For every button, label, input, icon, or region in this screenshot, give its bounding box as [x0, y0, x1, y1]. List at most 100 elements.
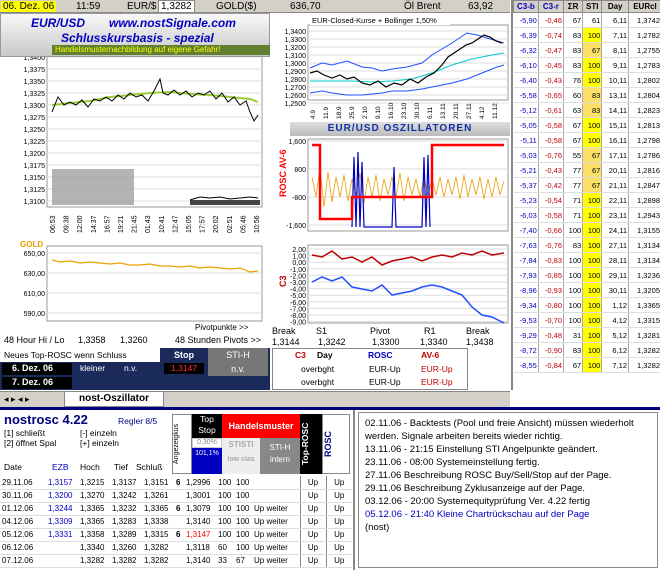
nostrosc-cell: 1,3282 — [78, 554, 110, 568]
rtbl-cell: -5,90 — [513, 12, 539, 28]
rtbl-cell: -5,12 — [513, 102, 539, 118]
oscillator-title: EUR/USD OSZILLATOREN — [290, 122, 510, 136]
rtbl-cell: -6,32 — [513, 42, 539, 58]
x-tick-label: 12:47 — [172, 215, 179, 233]
bollinger-title: EUR-Closed-Kurse + Bollinger 1,50% — [312, 16, 437, 25]
rtbl-cell: -0,42 — [538, 177, 565, 193]
tab-nav-arrows[interactable]: ◂ ▸ ◂ ▸ — [4, 394, 30, 405]
rtbl-header: C3-r — [537, 0, 565, 13]
rtbl-cell: 6,12 — [601, 342, 630, 358]
rtbl-cell: 20,11 — [601, 162, 630, 178]
nostrosc-cell: 1,3244 — [46, 502, 78, 516]
rtbl-cell: -0,58 — [538, 207, 565, 223]
nostrosc-cell: Up weiter — [252, 502, 300, 516]
rtbl-cell: 1,2782 — [628, 27, 660, 43]
nostrosc-cell: 67 — [234, 554, 252, 568]
tab-nost-oszillator[interactable]: nost-Oszillator — [64, 392, 164, 407]
pct-2: 101,1% — [192, 448, 222, 474]
stih-value: n.v. — [231, 364, 245, 374]
nostrosc-row: 04.12.06 1,3309 1,3365 1,3283 1,3338 1,3140 10… — [0, 515, 352, 529]
nostrosc-cell: 6 — [174, 476, 184, 490]
note-line: (nost) — [365, 522, 390, 533]
note-line: 02.11.06 - Backtests (Pool und freie Ans… — [365, 418, 634, 442]
rtbl-cell: 100 — [582, 342, 603, 358]
rtbl-header: ΣR — [563, 0, 584, 13]
y-tick-label: 1,2700 — [285, 85, 307, 92]
y-tick-label: 590,00 — [24, 311, 46, 318]
rosc-hdr: ROSC — [368, 350, 393, 360]
nostrosc-cell: Up — [325, 515, 352, 529]
nostrosc-cell: 100 — [216, 502, 234, 516]
rtbl-header: EURcl — [628, 0, 660, 13]
rtbl-cell: 100 — [582, 252, 603, 268]
y-tick-label: 1,2800 — [285, 77, 307, 84]
x-tick-label: 6.11 — [427, 106, 434, 119]
nostrosc-row: 01.12.06 1,3244 1,3365 1,3232 1,3365 6 1,3079 1… — [0, 502, 352, 516]
rtbl-cell: 100 — [582, 357, 603, 373]
rtbl-cell: 67 — [582, 162, 603, 178]
rtbl-cell: 28,11 — [601, 252, 630, 268]
nostrosc-cell: 1,3315 — [142, 528, 174, 542]
rtbl-cell: -0,54 — [538, 192, 565, 208]
nostrosc-cell: 1,3358 — [78, 528, 110, 542]
nostrosc-cell: Up — [299, 502, 326, 516]
pivot-val-2: 1,3242 — [318, 337, 346, 347]
y-tick-label: 650,00 — [24, 251, 46, 258]
nostrosc-cell — [46, 554, 78, 568]
pivot-val-4: 1,3340 — [420, 337, 448, 347]
hi-lo-label: 48 Hour Hi / Lo — [4, 335, 65, 345]
x-tick-label: 19:21 — [118, 215, 125, 233]
rtbl-cell: 100 — [582, 27, 603, 43]
rtbl-cell: 67 — [563, 12, 584, 28]
rtbl-cell: -0,74 — [538, 27, 565, 43]
rtbl-row: -8,55 -0,84 67 100 7,12 1,3282 — [513, 357, 660, 373]
signal-date-2: 7. Dez. 06 — [2, 377, 72, 389]
y-tick-label: -1,600 — [286, 223, 306, 230]
gold-label: GOLD — [20, 240, 43, 249]
rtbl-cell: 1,2943 — [628, 207, 660, 223]
rtbl-cell: 61 — [582, 12, 603, 28]
rtbl-cell: 100 — [582, 117, 603, 133]
rtbl-cell: 17,11 — [601, 147, 630, 163]
gold-label: GOLD($) — [216, 1, 257, 12]
nostrosc-cell — [252, 476, 300, 490]
quote-time: 11:59 — [76, 1, 101, 12]
rtbl-cell: -5,23 — [513, 192, 539, 208]
rtbl-cell: 1,3155 — [628, 222, 660, 238]
rtbl-row: -7,40 -0,66 100 100 24,11 1,3155 — [513, 222, 660, 238]
gold-value: 636,70 — [290, 1, 321, 12]
signal-word-1: kleiner — [80, 363, 106, 373]
dark-zone — [190, 200, 260, 205]
opt-single-minus: [-] einzeln — [80, 428, 117, 438]
pivot-col-3: Pivot — [370, 326, 391, 336]
intraday-chart: 1,3400 1,3375 1,3350 1,3325 1,3300 1,3275 1,32… — [24, 57, 263, 233]
rtbl-row: -5,21 -0,43 77 67 20,11 1,2816 — [513, 162, 660, 178]
x-tick-label: 10:56 — [254, 215, 261, 233]
note-line: 03.12.06 - 20:00 Systemequityprüfung Ver… — [365, 496, 590, 507]
nostrosc-row: 30.11.06 1,3200 1,3270 1,3242 1,3261 1,3001 10… — [0, 489, 352, 503]
sheet-tab-bar: ◂ ▸ ◂ ▸ nost-Oszillator — [0, 391, 510, 407]
nostrosc-cell: 1,3232 — [110, 502, 142, 516]
rtbl-row: -8,96 -0,93 100 100 30,11 1,3205 — [513, 282, 660, 298]
rtbl-row: -7,93 -0,85 100 100 29,11 1,3236 — [513, 267, 660, 283]
rtbl-cell: -5,03 — [513, 147, 539, 163]
lo-value: 1,3260 — [120, 335, 148, 345]
rtbl-cell: 100 — [582, 327, 603, 343]
nostrosc-cell: 33 — [216, 554, 234, 568]
x-tick-label: 13.11 — [440, 103, 447, 119]
rtbl-row: -5,58 -0,65 60 83 13,11 1,2804 — [513, 87, 660, 103]
y-tick-label: 1,3200 — [24, 151, 46, 158]
rtbl-cell: -0,61 — [538, 102, 565, 118]
rtbl-cell: -7,63 — [513, 237, 539, 253]
nostrosc-cell: Up — [299, 554, 326, 568]
rtbl-cell: -0,76 — [538, 147, 565, 163]
rtbl-row: -5,05 -0,58 67 100 15,11 1,2813 — [513, 117, 660, 133]
nostrosc-cell: 100 — [234, 476, 252, 490]
av6-hdr: AV-6 — [421, 350, 440, 360]
y-tick-label: 1,3350 — [24, 79, 46, 86]
rtbl-row: -5,37 -0,42 77 67 21,11 1,2847 — [513, 177, 660, 193]
nostrosc-cell — [174, 541, 184, 555]
c3-row-2: overbght — [301, 377, 335, 387]
nostrosc-cell: 1,3309 — [46, 515, 78, 529]
nostrosc-cell: 1,3340 — [78, 541, 110, 555]
